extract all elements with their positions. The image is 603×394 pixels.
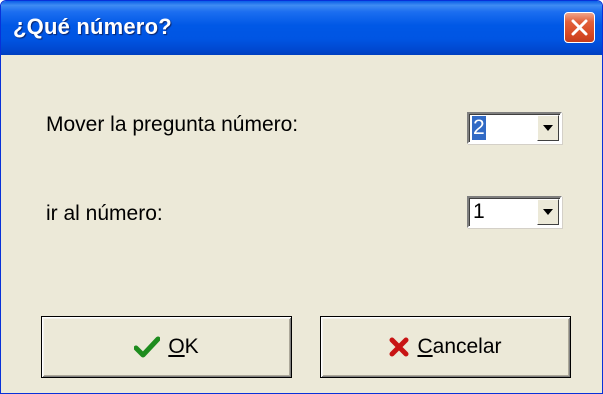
- move-question-select[interactable]: 2: [467, 112, 562, 144]
- close-x-icon: [571, 19, 588, 36]
- chevron-down-icon: [543, 125, 553, 131]
- ok-rest: K: [184, 335, 199, 358]
- que-numero-dialog: ¿Qué número? Mover la pregunta número: 2…: [0, 0, 603, 394]
- goto-number-select[interactable]: 1: [467, 196, 562, 228]
- move-question-label: Mover la pregunta número:: [46, 113, 299, 136]
- cancel-mnemonic: C: [417, 335, 433, 358]
- close-button[interactable]: [564, 12, 595, 43]
- cancel-button[interactable]: Cancelar: [320, 316, 571, 378]
- move-question-dropdown-button[interactable]: [537, 115, 559, 141]
- ok-mnemonic: O: [168, 335, 185, 358]
- goto-number-dropdown-button[interactable]: [537, 199, 559, 225]
- cancel-rest: ancelar: [432, 335, 502, 358]
- move-question-value[interactable]: 2: [472, 116, 486, 140]
- checkmark-icon: [134, 336, 161, 358]
- window-title: ¿Qué número?: [13, 14, 172, 39]
- red-x-icon: [389, 337, 409, 357]
- chevron-down-icon: [543, 209, 553, 215]
- title-bar[interactable]: ¿Qué número?: [1, 1, 602, 55]
- goto-number-label: ir al número:: [46, 202, 163, 225]
- ok-label: OK: [168, 335, 198, 359]
- ok-button[interactable]: OK: [41, 316, 292, 378]
- cancel-label: Cancelar: [417, 335, 501, 359]
- goto-number-value[interactable]: 1: [472, 200, 486, 224]
